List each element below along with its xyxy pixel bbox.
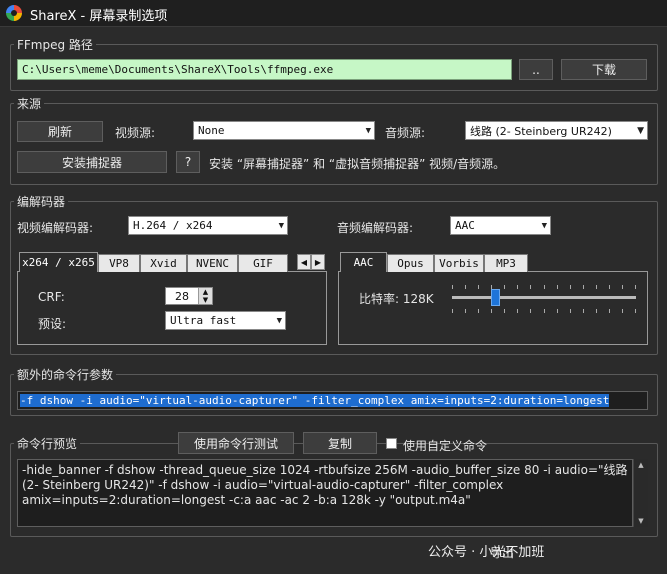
- video-codec-value: H.264 / x264: [133, 219, 213, 232]
- slider-tick: [622, 309, 623, 313]
- slider-tick: [609, 309, 610, 313]
- video-codec-label: 视频编解码器:: [17, 221, 94, 235]
- tab-scroll-right-icon[interactable]: ▶: [311, 254, 325, 270]
- crf-value: 28: [175, 289, 189, 303]
- slider-tick: [465, 285, 466, 289]
- test-command-button[interactable]: 使用命令行测试: [178, 432, 294, 454]
- video-codec-select[interactable]: H.264 / x264 ▼: [128, 216, 288, 235]
- chevron-down-icon: ▼: [637, 125, 644, 136]
- ffmpeg-path-input[interactable]: C:\Users\meme\Documents\ShareX\Tools\ffm…: [17, 59, 512, 80]
- slider-tick: [478, 309, 479, 313]
- tab-mp3[interactable]: MP3: [484, 254, 528, 272]
- tab-xvid[interactable]: Xvid: [140, 254, 187, 272]
- preview-scrollbar[interactable]: ▲ ▼: [633, 459, 648, 527]
- sharex-logo-icon: [6, 5, 22, 21]
- slider-tick: [544, 309, 545, 313]
- extra-args-input[interactable]: -f dshow -i audio="virtual-audio-capture…: [17, 391, 648, 410]
- chevron-down-icon: ▼: [276, 315, 282, 326]
- slider-tick: [609, 285, 610, 289]
- slider-tick: [517, 309, 518, 313]
- video-source-value: None: [198, 124, 225, 137]
- audio-codec-select[interactable]: AAC ▼: [450, 216, 551, 235]
- bitrate-label: 比特率: 128K: [359, 292, 434, 306]
- crf-stepper[interactable]: 28 ▲ ▼: [165, 287, 213, 305]
- slider-tick: [596, 309, 597, 313]
- slider-tick: [452, 309, 453, 313]
- window-title: ShareX - 屏幕录制选项: [30, 9, 168, 24]
- custom-command-checkbox[interactable]: [386, 438, 397, 449]
- ffmpeg-legend: FFmpeg 路径: [14, 36, 96, 53]
- slider-tick: [635, 309, 636, 313]
- slider-tick: [452, 285, 453, 289]
- preview-legend: 命令行预览: [14, 435, 81, 452]
- tab-scroll-left-icon[interactable]: ◀: [297, 254, 311, 270]
- tab-nvenc[interactable]: NVENC: [187, 254, 238, 272]
- install-capturer-button[interactable]: 安装捕捉器: [17, 151, 167, 173]
- slider-tick: [504, 285, 505, 289]
- slider-track: [452, 296, 636, 299]
- extra-args-value: -f dshow -i audio="virtual-audio-capture…: [20, 394, 610, 407]
- chevron-down-icon: ▼: [365, 125, 371, 136]
- browse-button[interactable]: ..: [519, 59, 553, 80]
- audio-source-select[interactable]: 线路 (2- Steinberg UR242) ▼: [465, 121, 648, 140]
- slider-tick: [570, 285, 571, 289]
- slider-tick: [557, 309, 558, 313]
- slider-tick: [583, 285, 584, 289]
- custom-command-label: 使用自定义命令: [403, 439, 488, 453]
- audio-codec-value: AAC: [455, 219, 475, 232]
- scroll-down-icon[interactable]: ▼: [634, 515, 648, 527]
- slider-tick: [530, 309, 531, 313]
- preset-select[interactable]: Ultra fast ▼: [165, 311, 286, 330]
- tab-vp8[interactable]: VP8: [98, 254, 140, 272]
- video-tab-panel: [17, 271, 327, 345]
- watermark-text: 公众号 · 小光不加班: [428, 545, 545, 560]
- scroll-up-icon[interactable]: ▲: [634, 459, 648, 471]
- chevron-down-icon: ▼: [278, 220, 284, 231]
- slider-tick: [517, 285, 518, 289]
- video-source-label: 视频源:: [115, 126, 156, 140]
- refresh-button[interactable]: 刷新: [17, 121, 103, 142]
- slider-tick: [557, 285, 558, 289]
- preset-value: Ultra fast: [170, 314, 237, 327]
- slider-tick: [583, 309, 584, 313]
- preset-label: 预设:: [38, 317, 67, 331]
- command-preview-text[interactable]: -hide_banner -f dshow -thread_queue_size…: [17, 459, 633, 527]
- slider-tick: [491, 309, 492, 313]
- install-hint: 安装 “屏幕捕捉器” 和 “虚拟音频捕捉器” 视频/音频源。: [209, 157, 506, 171]
- video-source-select[interactable]: None ▼: [193, 121, 375, 140]
- tab-x264[interactable]: x264 / x265: [19, 252, 98, 272]
- title-bar: ShareX - 屏幕录制选项: [0, 0, 667, 27]
- copy-button[interactable]: 复制: [303, 432, 377, 454]
- slider-tick: [544, 285, 545, 289]
- audio-source-value: 线路 (2- Steinberg UR242): [470, 124, 612, 138]
- slider-tick: [596, 285, 597, 289]
- slider-tick: [622, 285, 623, 289]
- tab-aac[interactable]: AAC: [340, 252, 387, 272]
- codec-legend: 编解码器: [14, 193, 69, 210]
- slider-tick: [635, 285, 636, 289]
- slider-thumb[interactable]: [491, 289, 500, 306]
- slider-tick: [465, 309, 466, 313]
- tab-opus[interactable]: Opus: [387, 254, 434, 272]
- slider-tick: [504, 309, 505, 313]
- crf-label: CRF:: [38, 290, 65, 304]
- help-button[interactable]: ?: [176, 151, 200, 173]
- audio-source-label: 音频源:: [385, 126, 426, 140]
- chevron-down-icon[interactable]: ▼: [198, 296, 212, 304]
- slider-tick: [478, 285, 479, 289]
- download-button[interactable]: 下载: [561, 59, 647, 80]
- audio-codec-label: 音频编解码器:: [337, 221, 414, 235]
- tab-vorbis[interactable]: Vorbis: [434, 254, 484, 272]
- bitrate-slider[interactable]: [452, 283, 636, 315]
- slider-tick: [530, 285, 531, 289]
- slider-tick: [570, 309, 571, 313]
- extra-args-legend: 额外的命令行参数: [14, 366, 117, 383]
- chevron-down-icon: ▼: [541, 220, 547, 231]
- source-legend: 来源: [14, 95, 45, 112]
- tab-gif[interactable]: GIF: [238, 254, 288, 272]
